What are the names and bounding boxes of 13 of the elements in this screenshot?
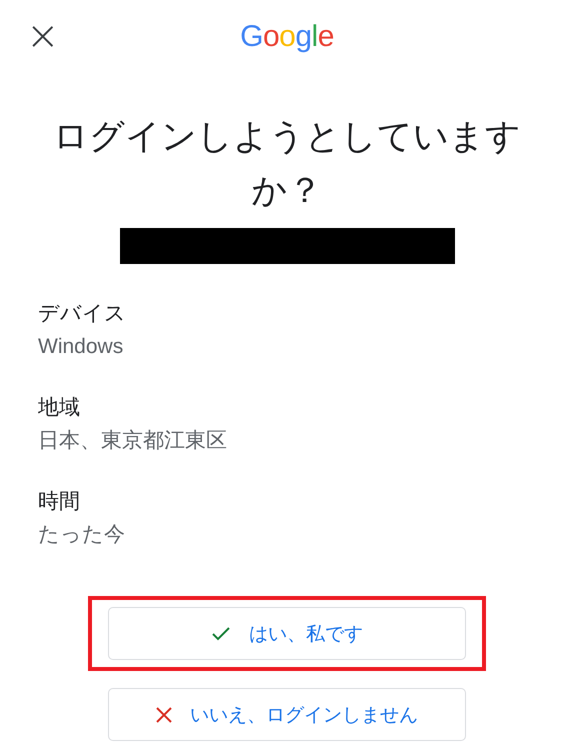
detail-label: 地域 bbox=[38, 394, 81, 421]
deny-button[interactable]: いいえ、ログインしません bbox=[108, 688, 466, 741]
close-button[interactable]: × bbox=[26, 21, 60, 51]
detail-label: デバイス bbox=[38, 300, 127, 327]
detail-value: たった今 bbox=[38, 522, 126, 548]
google-logo: Google bbox=[240, 20, 334, 54]
detail-value: 日本、東京都江東区 bbox=[38, 428, 228, 454]
detail-label: 時間 bbox=[38, 488, 81, 515]
close-icon bbox=[156, 706, 172, 722]
check-icon bbox=[211, 626, 231, 642]
confirm-button[interactable]: はい、私です bbox=[108, 607, 466, 660]
detail-value: Windows bbox=[38, 334, 124, 360]
page-title: ログインしようとしていますか？ bbox=[52, 116, 522, 213]
